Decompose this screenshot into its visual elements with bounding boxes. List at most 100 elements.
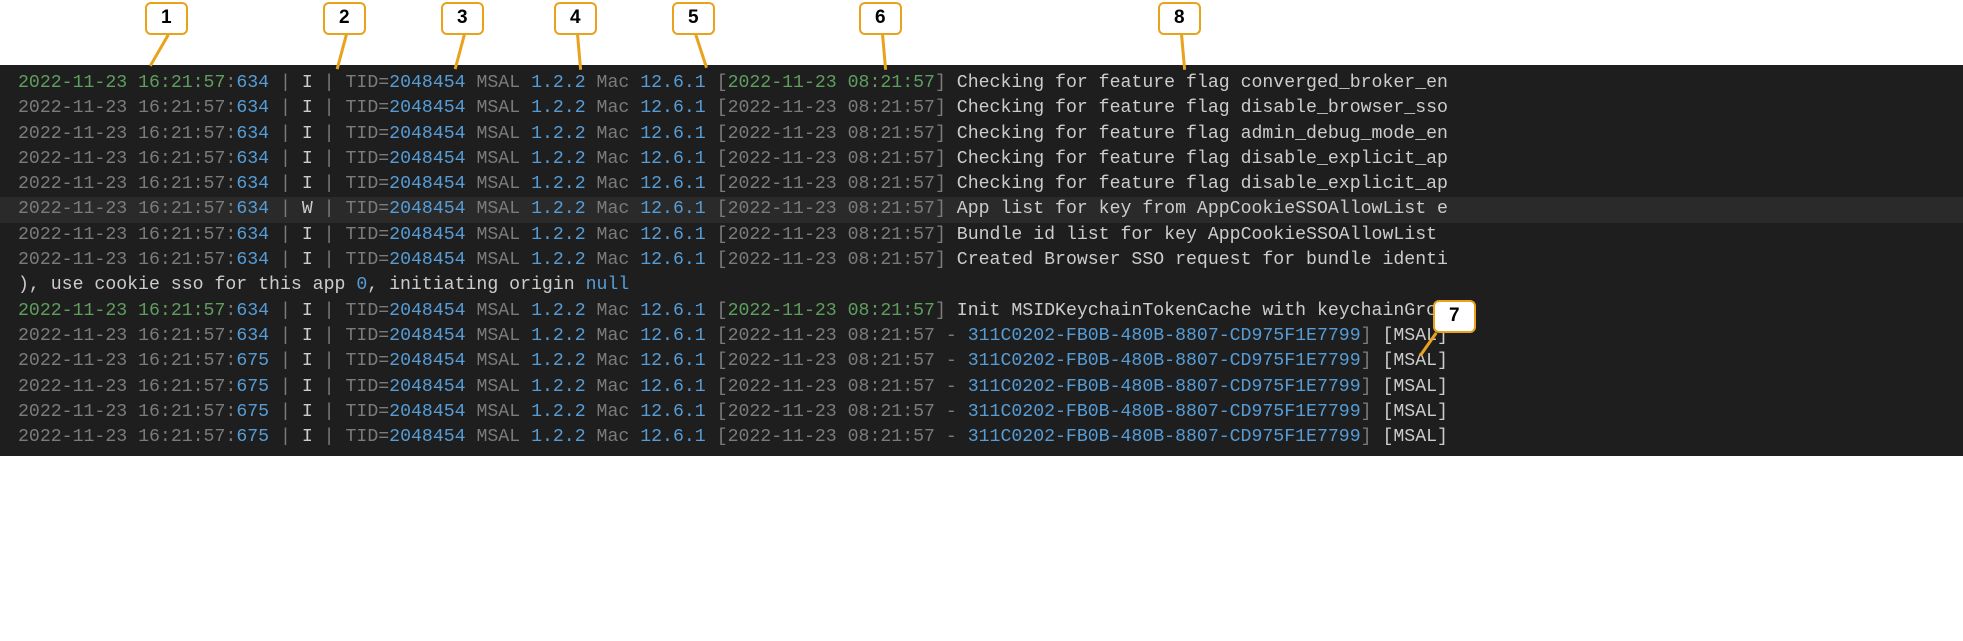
log-row[interactable]: 2022-11-23 16:21:57:634 | I | TID=204845…	[0, 172, 1963, 197]
log-date: 2022-11-23	[18, 301, 127, 321]
msal-label: MSAL	[466, 351, 532, 371]
callout-8: 8	[1158, 2, 1201, 35]
log-time: 16:21:57	[127, 427, 225, 447]
log-ms: 675	[236, 351, 269, 371]
callout-1: 1	[145, 2, 188, 35]
log-level: I	[302, 427, 313, 447]
log-row[interactable]: 2022-11-23 16:21:57:634 | W | TID=204845…	[0, 197, 1963, 222]
log-tail: [MSAL]	[1382, 427, 1448, 447]
log-date: 2022-11-23	[18, 402, 127, 422]
log-date: 2022-11-23	[18, 124, 127, 144]
mac-version: 12.6.1	[640, 326, 706, 346]
log-date: 2022-11-23	[18, 250, 127, 270]
log-row[interactable]: 2022-11-23 16:21:57:675 | I | TID=204845…	[0, 425, 1963, 450]
log-inner-date: 2022-11-23	[728, 351, 837, 371]
mac-label: Mac	[586, 377, 641, 397]
mac-label: Mac	[586, 402, 641, 422]
mac-version: 12.6.1	[640, 427, 706, 447]
log-row[interactable]: 2022-11-23 16:21:57:675 | I | TID=204845…	[0, 400, 1963, 425]
msal-label: MSAL	[466, 250, 532, 270]
log-level: I	[302, 225, 313, 245]
msal-version: 1.2.2	[531, 98, 586, 118]
log-row[interactable]: 2022-11-23 16:21:57:634 | I | TID=204845…	[0, 122, 1963, 147]
mac-version: 12.6.1	[640, 149, 706, 169]
log-row-wrap[interactable]: ), use cookie sso for this app 0, initia…	[0, 273, 1963, 298]
mac-label: Mac	[586, 124, 641, 144]
log-uuid: 311C0202-FB0B-480B-8807-CD975F1E7799	[968, 326, 1361, 346]
log-row[interactable]: 2022-11-23 16:21:57:634 | I | TID=204845…	[0, 324, 1963, 349]
callout-5-leader	[694, 33, 708, 68]
log-inner-time: 08:21:57	[837, 326, 935, 346]
log-time: 16:21:57	[127, 402, 225, 422]
callout-3: 3	[441, 2, 484, 35]
log-date: 2022-11-23	[18, 98, 127, 118]
callout-2: 2	[323, 2, 366, 35]
log-row[interactable]: 2022-11-23 16:21:57:634 | I | TID=204845…	[0, 248, 1963, 273]
log-inner-time: 08:21:57	[837, 174, 935, 194]
log-time: 16:21:57	[127, 250, 225, 270]
msal-label: MSAL	[466, 174, 532, 194]
log-tid: 2048454	[389, 377, 465, 397]
tid-label: TID=	[345, 250, 389, 270]
wrap-null: null	[586, 275, 630, 295]
log-inner-date: 2022-11-23	[728, 73, 837, 93]
log-ms: 634	[236, 326, 269, 346]
callout-6-leader	[881, 34, 887, 70]
mac-version: 12.6.1	[640, 225, 706, 245]
log-row[interactable]: 2022-11-23 16:21:57:634 | I | TID=204845…	[0, 96, 1963, 121]
mac-version: 12.6.1	[640, 174, 706, 194]
msal-version: 1.2.2	[531, 427, 586, 447]
mac-label: Mac	[586, 301, 641, 321]
log-row[interactable]: 2022-11-23 16:21:57:634 | I | TID=204845…	[0, 299, 1963, 324]
log-time: 16:21:57	[127, 73, 225, 93]
wrap-num: 0	[356, 275, 367, 295]
log-inner-time: 08:21:57	[837, 98, 935, 118]
log-time: 16:21:57	[127, 225, 225, 245]
tid-label: TID=	[345, 225, 389, 245]
mac-version: 12.6.1	[640, 124, 706, 144]
callout-2-leader	[336, 34, 348, 69]
log-uuid: 311C0202-FB0B-480B-8807-CD975F1E7799	[968, 402, 1361, 422]
tid-label: TID=	[345, 301, 389, 321]
log-viewer[interactable]: 2022-11-23 16:21:57:634 | I | TID=204845…	[0, 65, 1963, 456]
mac-version: 12.6.1	[640, 73, 706, 93]
msal-label: MSAL	[466, 326, 532, 346]
log-row[interactable]: 2022-11-23 16:21:57:675 | I | TID=204845…	[0, 349, 1963, 374]
log-tid: 2048454	[389, 351, 465, 371]
tid-label: TID=	[345, 351, 389, 371]
mac-version: 12.6.1	[640, 250, 706, 270]
log-inner-date: 2022-11-23	[728, 326, 837, 346]
log-row[interactable]: 2022-11-23 16:21:57:675 | I | TID=204845…	[0, 375, 1963, 400]
log-inner-date: 2022-11-23	[728, 149, 837, 169]
log-ms: 675	[236, 427, 269, 447]
log-inner-date: 2022-11-23	[728, 199, 837, 219]
log-time: 16:21:57	[127, 149, 225, 169]
mac-label: Mac	[586, 149, 641, 169]
msal-label: MSAL	[466, 301, 532, 321]
log-inner-date: 2022-11-23	[728, 250, 837, 270]
log-level: I	[302, 377, 313, 397]
log-ms: 675	[236, 402, 269, 422]
log-row[interactable]: 2022-11-23 16:21:57:634 | I | TID=204845…	[0, 223, 1963, 248]
tid-label: TID=	[345, 98, 389, 118]
log-row[interactable]: 2022-11-23 16:21:57:634 | I | TID=204845…	[0, 71, 1963, 96]
log-tid: 2048454	[389, 427, 465, 447]
callout-4: 4	[554, 2, 597, 35]
log-inner-time: 08:21:57	[837, 427, 935, 447]
log-row[interactable]: 2022-11-23 16:21:57:634 | I | TID=204845…	[0, 147, 1963, 172]
mac-label: Mac	[586, 427, 641, 447]
log-tid: 2048454	[389, 73, 465, 93]
log-date: 2022-11-23	[18, 199, 127, 219]
mac-label: Mac	[586, 174, 641, 194]
log-inner-time: 08:21:57	[837, 149, 935, 169]
log-message: Checking for feature flag disable_browse…	[957, 98, 1448, 118]
tid-label: TID=	[345, 326, 389, 346]
log-message: Checking for feature flag converged_brok…	[957, 73, 1448, 93]
log-tid: 2048454	[389, 326, 465, 346]
log-time: 16:21:57	[127, 377, 225, 397]
log-ms: 634	[236, 174, 269, 194]
log-message: Checking for feature flag disable_explic…	[957, 174, 1448, 194]
log-ms: 634	[236, 73, 269, 93]
log-inner-date: 2022-11-23	[728, 124, 837, 144]
log-inner-time: 08:21:57	[837, 73, 935, 93]
